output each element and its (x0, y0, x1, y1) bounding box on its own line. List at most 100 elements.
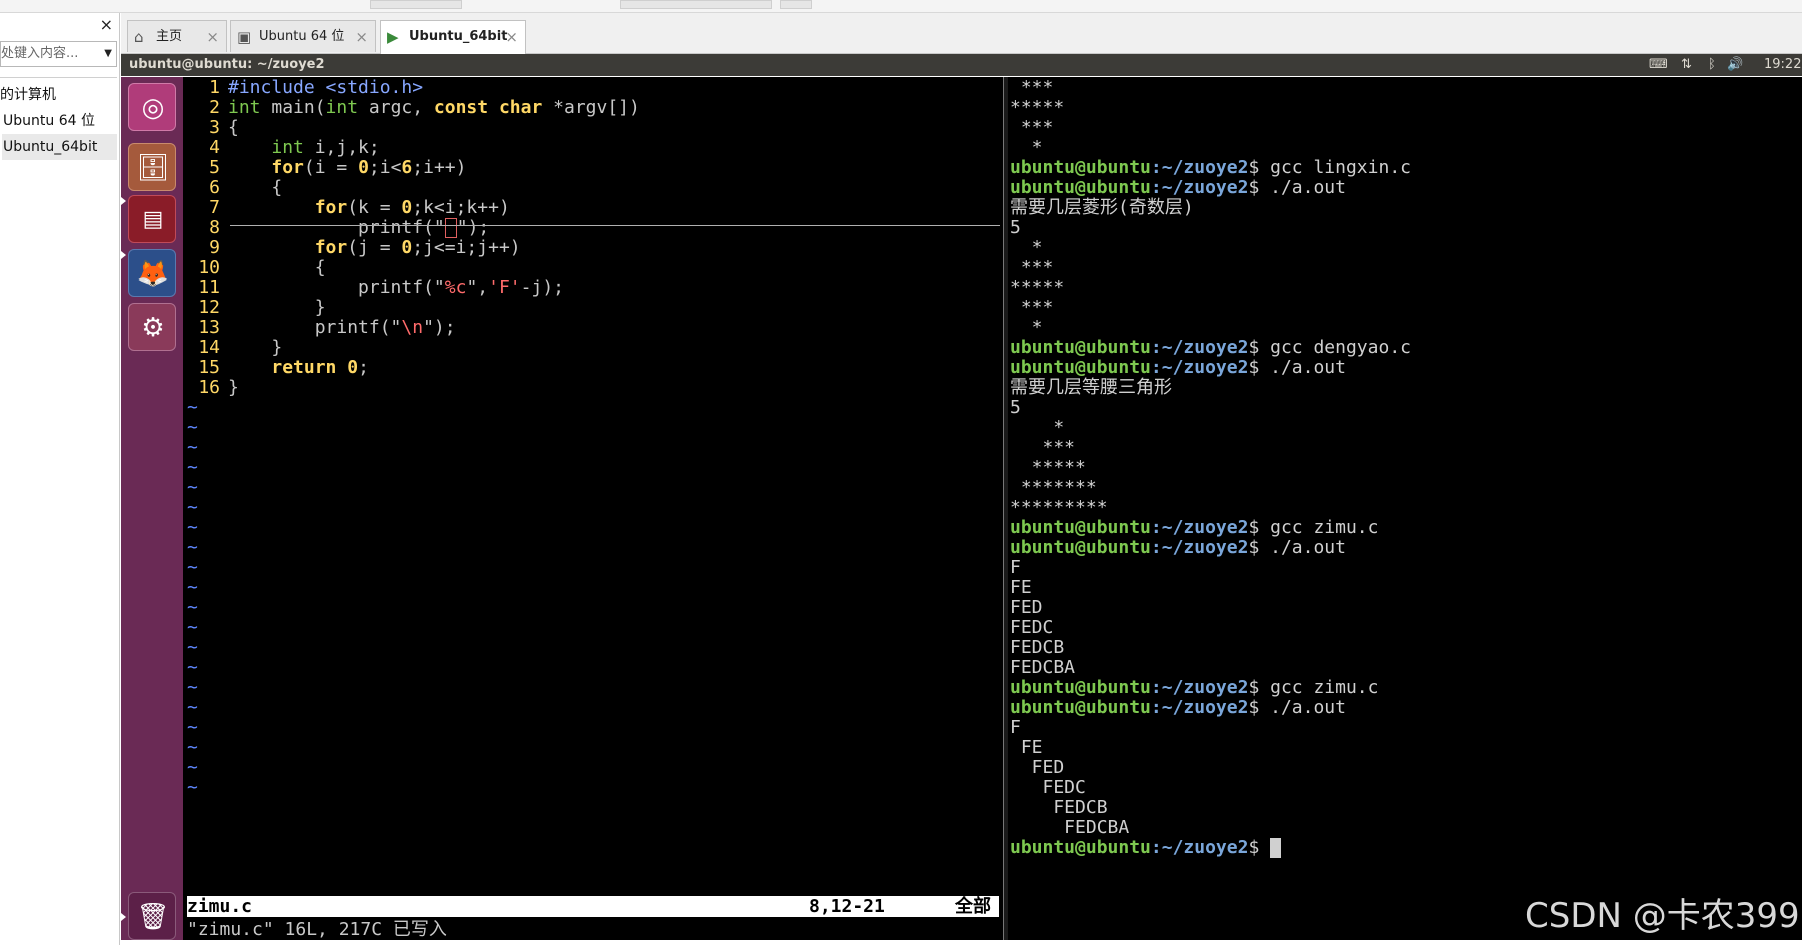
firefox-launcher-button[interactable]: 🦊 (128, 249, 176, 297)
terminal-output-line: *** (1010, 117, 1054, 138)
vm-running-icon: ▶ (387, 28, 399, 46)
tilde-marker: ~ (187, 657, 198, 678)
terminal-output-line: FE (1010, 577, 1032, 598)
code-line: 8 printf(" "); (209, 217, 490, 238)
terminal-launcher-button[interactable]: ▤ (128, 195, 176, 243)
terminal-output-line: FEDC (1010, 617, 1054, 638)
close-icon[interactable]: × (355, 21, 368, 53)
code-line: 13 printf("\n"); (198, 317, 456, 338)
code-line: 9 for(j = 0;j<=i;j++) (209, 237, 521, 258)
ubuntu-top-panel: ubuntu@ubuntu: ~/zuoye2 ⌨ ⇅ ᛒ 🔊 19:22 (121, 54, 1802, 76)
clock[interactable]: 19:22 (1764, 54, 1801, 76)
close-library-button[interactable]: × (100, 15, 113, 34)
terminal-output-line: ***** (1010, 277, 1065, 298)
settings-launcher-button[interactable]: ⚙ (128, 303, 176, 351)
tilde-marker: ~ (187, 697, 198, 718)
vim-editor[interactable]: 1 #include <stdio.h> 2 int main(int argc, … (183, 77, 1003, 940)
terminal-command-line: ubuntu@ubuntu:~/zuoye2$ ./a.out (1010, 697, 1346, 718)
library-search-input[interactable]: 处键入内容... ▼ (0, 41, 117, 67)
code-line: 14 } (198, 337, 283, 358)
toolbar-strip (0, 0, 1802, 13)
trash-launcher-button[interactable]: 🗑 (128, 892, 176, 940)
code-line: 16} (198, 377, 239, 398)
active-indicator (121, 197, 126, 205)
tab-ubuntu-64bit[interactable]: ▶ Ubuntu_64bit × (380, 20, 526, 54)
terminal-output-line: ***** (1010, 97, 1065, 118)
toolbar-button[interactable] (370, 0, 462, 9)
firefox-icon: 🦊 (136, 259, 170, 289)
tilde-marker: ~ (187, 617, 198, 638)
terminal-output-line: F (1010, 557, 1021, 578)
terminal-output-line: FED (1010, 597, 1043, 618)
active-indicator (121, 251, 126, 259)
terminal-output-line: * (1010, 417, 1065, 438)
close-icon[interactable]: × (505, 21, 518, 53)
status-position: 8,12-21 (809, 896, 885, 917)
tab-ubuntu-64[interactable]: ▣ Ubuntu 64 位 × (230, 20, 376, 52)
tilde-marker: ~ (187, 637, 198, 658)
tilde-marker: ~ (187, 397, 198, 418)
code-line: 10 { (198, 257, 326, 278)
terminal-icon: ▤ (142, 207, 164, 232)
terminal-command-line: ubuntu@ubuntu:~/zuoye2$ ./a.out (1010, 357, 1346, 378)
tab-bar: ⌂ 主页 × ▣ Ubuntu 64 位 × ▶ Ubuntu_64bit × (121, 13, 1802, 54)
dash-home-button[interactable]: ◎ (128, 83, 176, 131)
cursorline (230, 225, 1000, 226)
tilde-marker: ~ (187, 577, 198, 598)
chevron-down-icon[interactable]: ▼ (104, 42, 112, 66)
terminal[interactable]: *** ***** *** * ubuntu@ubuntu:~/zuoye2$ gc… (1008, 77, 1802, 940)
tree-item-ubuntu-64bit[interactable]: Ubuntu_64bit (2, 134, 117, 160)
window-title: ubuntu@ubuntu: ~/zuoye2 (129, 57, 325, 72)
tilde-marker: ~ (187, 597, 198, 618)
tree-item-ubuntu-64[interactable]: Ubuntu 64 位 (0, 108, 117, 134)
tab-home[interactable]: ⌂ 主页 × (127, 20, 227, 52)
tab-label: Ubuntu 64 位 (259, 29, 345, 44)
tree-item-my-computer[interactable]: 的计算机 (0, 82, 117, 108)
keyboard-icon[interactable]: ⌨ (1649, 54, 1668, 76)
terminal-output-line: FEDCB (1010, 797, 1108, 818)
terminal-output-line: FEDC (1010, 777, 1086, 798)
terminal-command-line: ubuntu@ubuntu:~/zuoye2$ ./a.out (1010, 537, 1346, 558)
tab-label: Ubuntu_64bit (409, 29, 508, 44)
network-icon[interactable]: ⇅ (1681, 54, 1692, 76)
code-line: 7 for(k = 0;k<i;k++) (209, 197, 510, 218)
tilde-marker: ~ (187, 537, 198, 558)
tilde-marker: ~ (187, 517, 198, 538)
ubuntu-logo-icon: ◎ (141, 93, 165, 123)
terminal-output-line: 需要几层等腰三角形 (1010, 377, 1172, 398)
vim-cursor (444, 218, 457, 238)
terminal-output-line: ********* (1010, 497, 1108, 518)
terminal-output-line: * (1010, 317, 1043, 338)
code-line: 15 return 0; (198, 357, 369, 378)
toolbar-button[interactable] (780, 0, 812, 9)
code-line: 1 #include <stdio.h> (209, 77, 424, 98)
toolbar-button[interactable] (620, 0, 772, 9)
terminal-output-line: *** (1010, 437, 1076, 458)
trash-icon: 🗑 (136, 902, 170, 932)
status-filename: zimu.c (187, 896, 253, 917)
code-line: 12 } (198, 297, 326, 318)
bluetooth-icon[interactable]: ᛒ (1708, 54, 1716, 76)
files-launcher-button[interactable]: 🗄 (128, 143, 176, 191)
close-icon[interactable]: × (206, 21, 219, 53)
tilde-marker: ~ (187, 717, 198, 738)
unity-launcher: ◎ 🗄 ▤ 🦊 ⚙ 🗑 (121, 77, 184, 940)
terminal-cursor (1270, 838, 1282, 858)
tilde-marker: ~ (187, 497, 198, 518)
code-line: 2 int main(int argc, const char *argv[]) (209, 97, 640, 118)
terminal-output-line: FE (1010, 737, 1043, 758)
vim-status-line: zimu.c 8,12-21 全部 (187, 896, 999, 917)
tilde-marker: ~ (187, 737, 198, 758)
file-cabinet-icon: 🗄 (136, 153, 170, 183)
terminal-command-line: ubuntu@ubuntu:~/zuoye2$ gcc zimu.c (1010, 677, 1379, 698)
terminal-output-line: F (1010, 717, 1021, 738)
terminal-output-line: FEDCBA (1010, 657, 1076, 678)
tilde-marker: ~ (187, 757, 198, 778)
terminal-output-line: ***** (1010, 457, 1086, 478)
terminal-command-line: ubuntu@ubuntu:~/zuoye2$ gcc dengyao.c (1010, 337, 1411, 358)
volume-icon[interactable]: 🔊 (1727, 54, 1743, 76)
wrench-icon: ⚙ (141, 313, 165, 343)
terminal-output-line: * (1010, 237, 1043, 258)
tilde-marker: ~ (187, 677, 198, 698)
tilde-marker: ~ (187, 417, 198, 438)
